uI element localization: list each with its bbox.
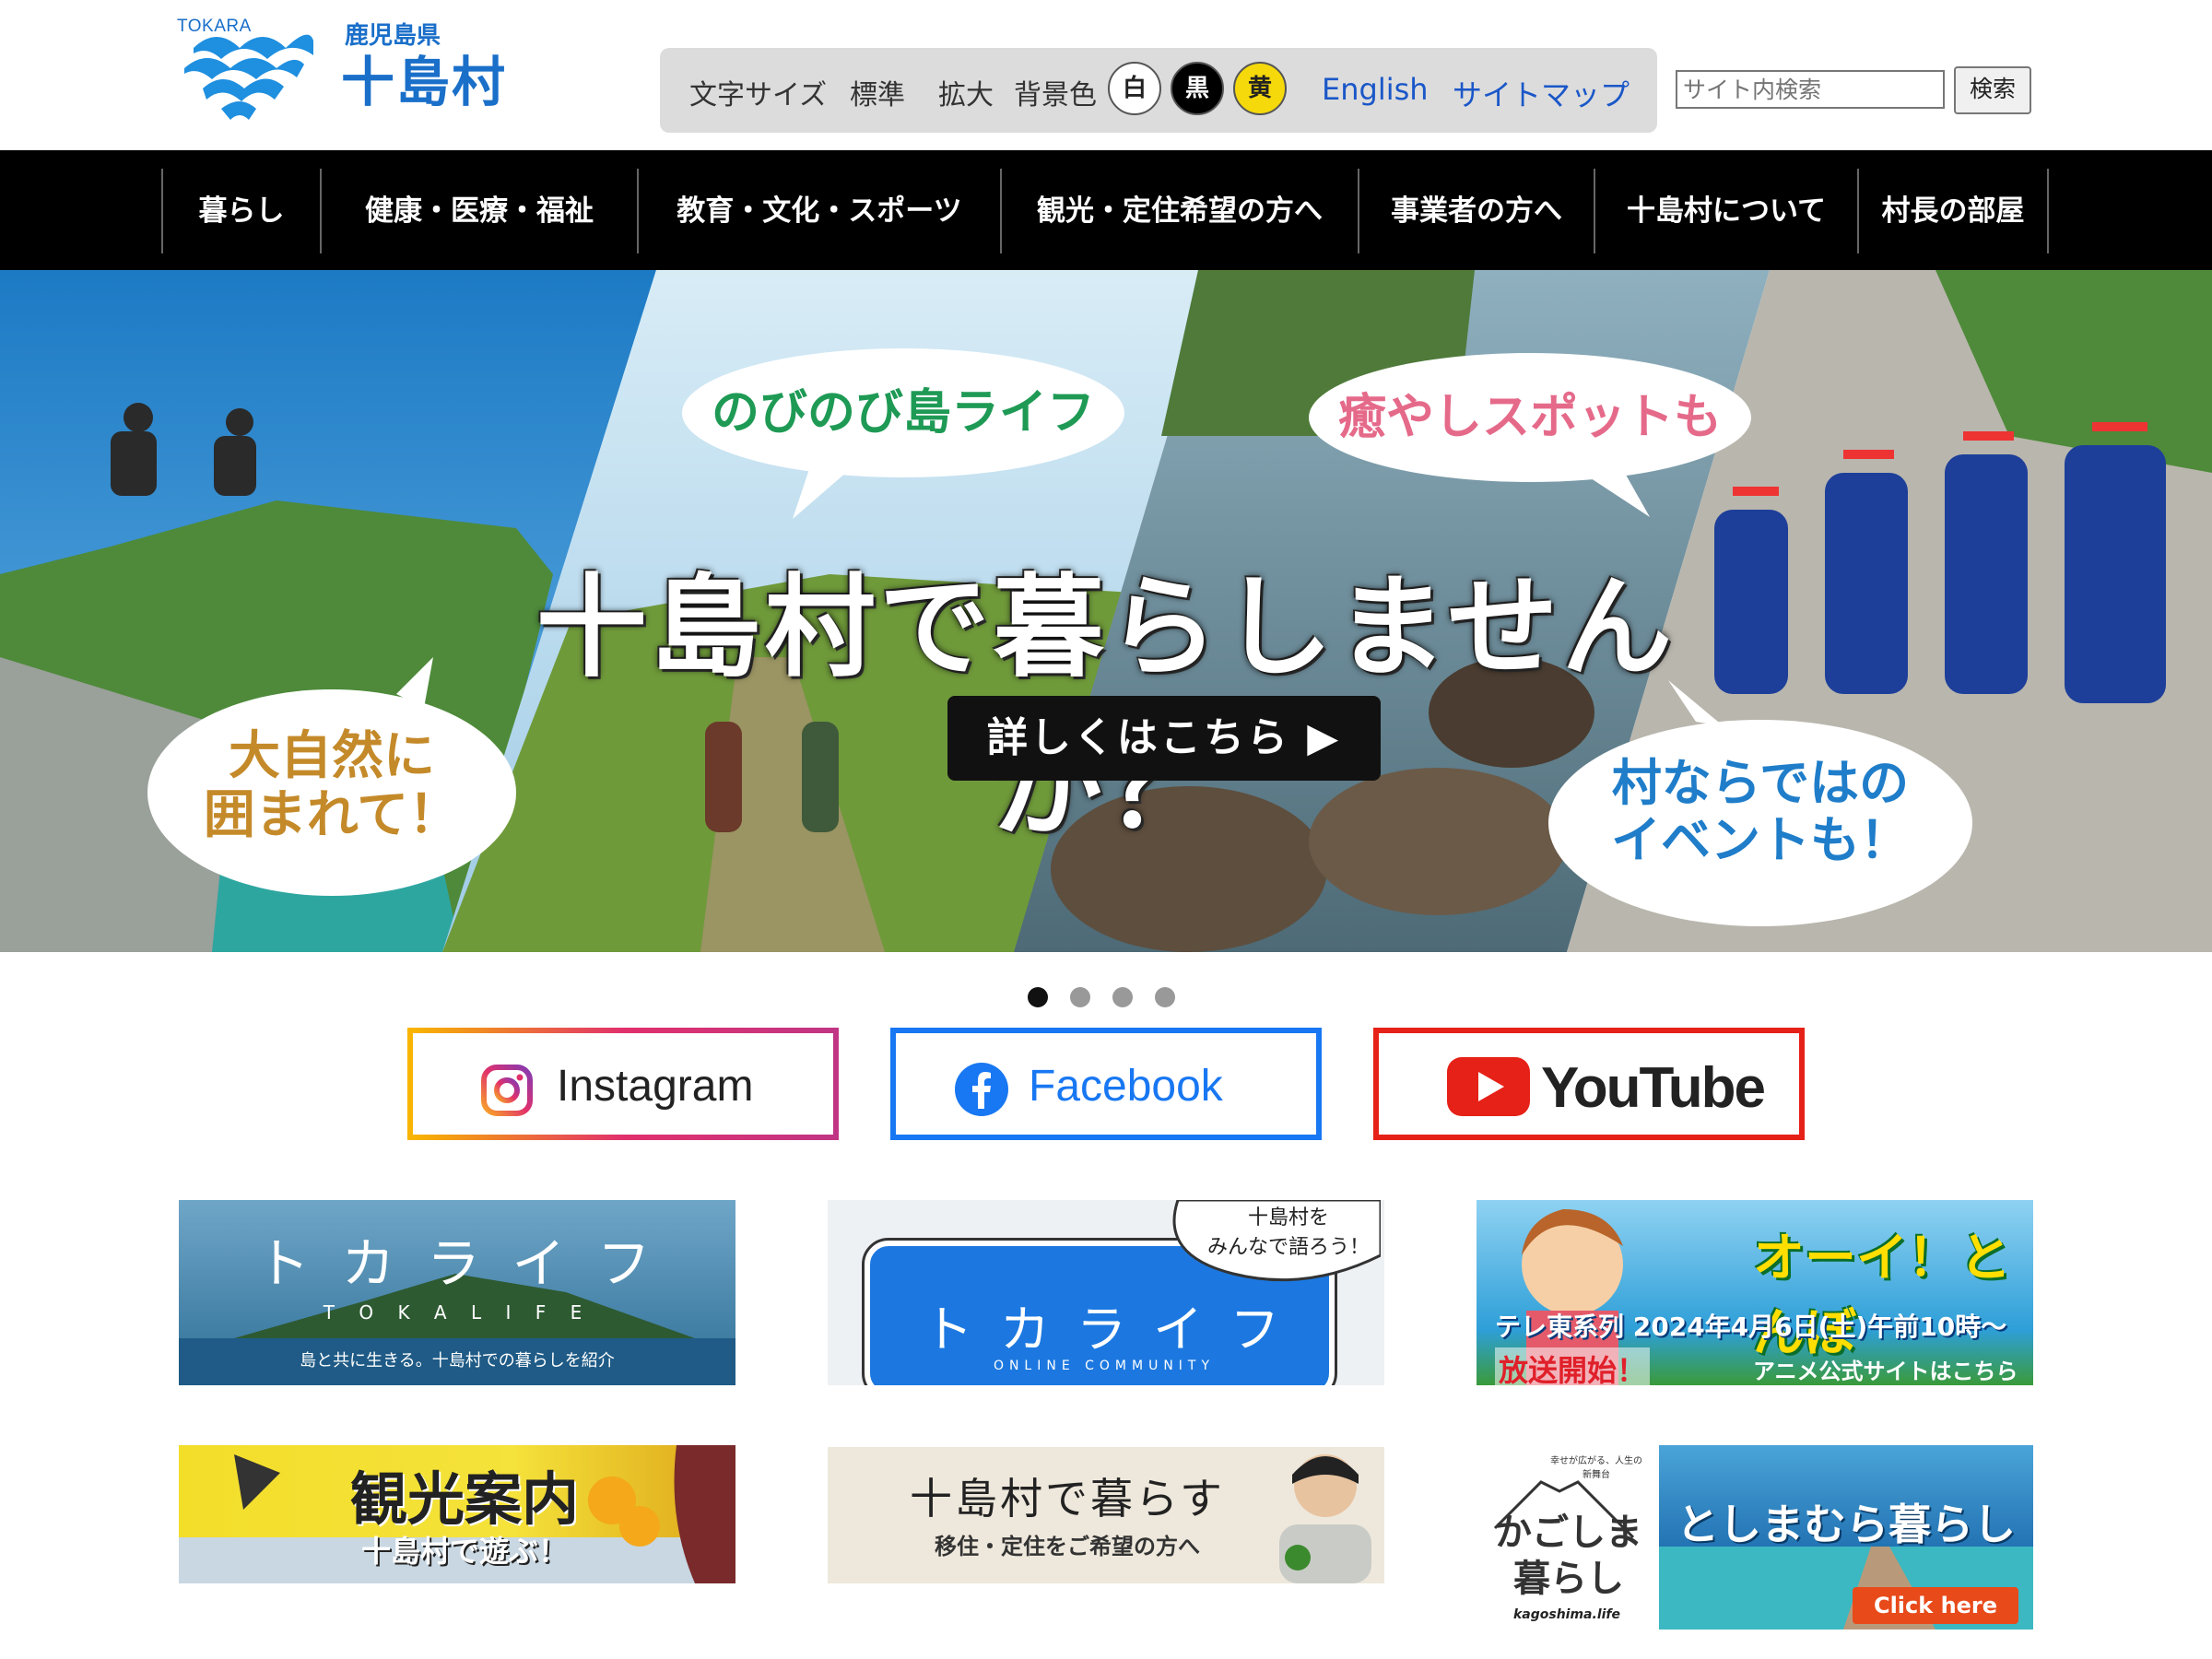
anime-start: 放送開始！ xyxy=(1495,1347,1651,1385)
bubble-nature-line2: 囲まれて！ xyxy=(203,784,461,846)
toshima-click-button[interactable]: Click here xyxy=(1853,1587,2018,1624)
hero-details-button[interactable]: 詳しくはこちら ▶ xyxy=(947,696,1381,781)
font-large-button[interactable]: 拡大 xyxy=(938,72,994,112)
accessibility-toolbar: 文字サイズ 標準 拡大 背景色 白 黒 黄 English サイトマップ xyxy=(660,48,1657,133)
community-banner[interactable]: 十島村を みんなで語ろう！ ト カ ラ イ フ ONLINE COMMUNITY xyxy=(828,1200,1384,1385)
bg-white-button[interactable]: 白 xyxy=(1108,62,1161,115)
facebook-button[interactable]: Facebook xyxy=(890,1028,1322,1140)
tokalife-banner[interactable]: ト カ ラ イ フ T O K A L I F E 島と共に生きる。十島村での暮… xyxy=(179,1200,735,1385)
english-link[interactable]: English xyxy=(1322,72,1429,107)
tokara-label: TOKARA xyxy=(177,17,252,36)
bg-yellow-button[interactable]: 黄 xyxy=(1233,62,1287,115)
kagoshima-life-banner[interactable]: 幸せが広がる、人生の新舞台 かごしま 暮らし kagoshima.life xyxy=(1477,1445,1657,1630)
carousel-dot-2[interactable] xyxy=(1070,987,1090,1007)
carousel-dot-1[interactable] xyxy=(1028,987,1048,1007)
search-input[interactable] xyxy=(1676,70,1945,109)
tokalife-caption: 島と共に生きる。十島村での暮らしを紹介 xyxy=(300,1351,615,1371)
search-button[interactable]: 検索 xyxy=(1954,66,2031,114)
anime-site-link: アニメ公式サイトはこちら xyxy=(1753,1359,2018,1384)
living-title: 十島村で暮らす xyxy=(909,1474,1226,1524)
resident-photo xyxy=(1279,1454,1371,1583)
prefecture-label: 鹿児島県 xyxy=(345,22,441,50)
tourism-title: 観光案内 xyxy=(349,1465,579,1533)
youtube-label: YouTube xyxy=(1541,1056,1766,1120)
tokalife-title: ト カ ラ イ フ xyxy=(256,1232,658,1295)
bg-black-button[interactable]: 黒 xyxy=(1171,62,1224,115)
youtube-button[interactable]: YouTube xyxy=(1373,1028,1805,1140)
nav-item-business[interactable]: 事業者の方へ xyxy=(1358,169,1594,253)
hero-carousel[interactable]: のびのび島ライフ 癒やしスポットも 大自然に 囲まれて！ 村ならではの イベント… xyxy=(0,270,2212,952)
nav-item-tourism[interactable]: 観光・定住希望の方へ xyxy=(1000,169,1358,253)
kagoshima-title: かごしま 暮らし xyxy=(1486,1510,1652,1602)
living-subtitle: 移住・定住をご希望の方へ xyxy=(935,1534,1200,1559)
tourism-subtitle: 十島村で遊ぶ！ xyxy=(360,1534,568,1569)
bubble-nature-line1: 大自然に xyxy=(229,725,435,786)
sitemap-link[interactable]: サイトマップ xyxy=(1453,72,1630,114)
community-subtitle: ONLINE COMMUNITY xyxy=(993,1359,1216,1373)
community-note-line2: みんなで語ろう！ xyxy=(1206,1236,1370,1259)
instagram-icon xyxy=(481,1065,533,1116)
site-logo[interactable]: TOKARA 鹿児島県 十島村 xyxy=(175,13,507,124)
nav-item-health[interactable]: 健康・医療・福祉 xyxy=(320,169,637,253)
facebook-label: Facebook xyxy=(1029,1062,1223,1111)
instagram-label: Instagram xyxy=(557,1062,754,1111)
nav-item-education[interactable]: 教育・文化・スポーツ xyxy=(637,169,1000,253)
community-title: ト カ ラ イ フ xyxy=(923,1300,1286,1359)
kagoshima-url: kagoshima.life xyxy=(1512,1607,1621,1622)
nav-item-about[interactable]: 十島村について xyxy=(1594,169,1857,253)
global-nav: 暮らし 健康・医療・福祉 教育・文化・スポーツ 観光・定住希望の方へ 事業者の方… xyxy=(0,150,2212,270)
community-note: 十島村を みんなで語ろう！ xyxy=(1196,1204,1381,1263)
tokalife-subtitle: T O K A L I F E xyxy=(323,1301,592,1324)
nav-item-mayor[interactable]: 村長の部屋 xyxy=(1857,169,2049,253)
village-name: 十島村 xyxy=(341,51,508,113)
living-banner[interactable]: 十島村で暮らす 移住・定住をご希望の方へ xyxy=(828,1447,1384,1583)
carousel-dot-3[interactable] xyxy=(1112,987,1133,1007)
bg-color-label: 背景色 xyxy=(1014,79,1097,112)
tourism-banner[interactable]: 観光案内 十島村で遊ぶ！ xyxy=(179,1445,735,1583)
site-header: TOKARA 鹿児島県 十島村 文字サイズ 標準 拡大 背景色 白 黒 黄 En… xyxy=(0,0,2212,150)
community-note-line1: 十島村を xyxy=(1247,1206,1329,1230)
nav-item-living[interactable]: 暮らし xyxy=(161,169,320,253)
youtube-play-icon xyxy=(1447,1057,1530,1116)
kagoshima-title-line2: 暮らし xyxy=(1513,1557,1624,1600)
bubble-nature: 大自然に 囲まれて！ xyxy=(194,726,470,845)
toshima-living-banner[interactable]: としまむら暮らし Click here xyxy=(1659,1445,2033,1630)
font-size-label: 文字サイズ xyxy=(689,79,828,112)
facebook-icon xyxy=(955,1063,1008,1116)
bubble-island-life: のびのび島ライフ xyxy=(711,384,1095,441)
anime-broadcast: テレ東系列 2024年4月6日(土)午前10時〜 xyxy=(1495,1312,2007,1342)
kagoshima-title-line1: かごしま xyxy=(1495,1511,1642,1554)
bubble-healing-spot: 癒やしスポットも xyxy=(1337,389,1722,445)
anime-banner[interactable]: オーイ！とんぼ テレ東系列 2024年4月6日(土)午前10時〜 放送開始！ ア… xyxy=(1477,1200,2033,1385)
kagoshima-tagline: 幸せが広がる、人生の新舞台 xyxy=(1550,1456,1642,1480)
carousel-dot-4[interactable] xyxy=(1155,987,1175,1007)
font-standard-button[interactable]: 標準 xyxy=(850,72,905,112)
toshima-title: としまむら暮らし xyxy=(1677,1500,2016,1549)
instagram-button[interactable]: Instagram xyxy=(407,1028,839,1140)
